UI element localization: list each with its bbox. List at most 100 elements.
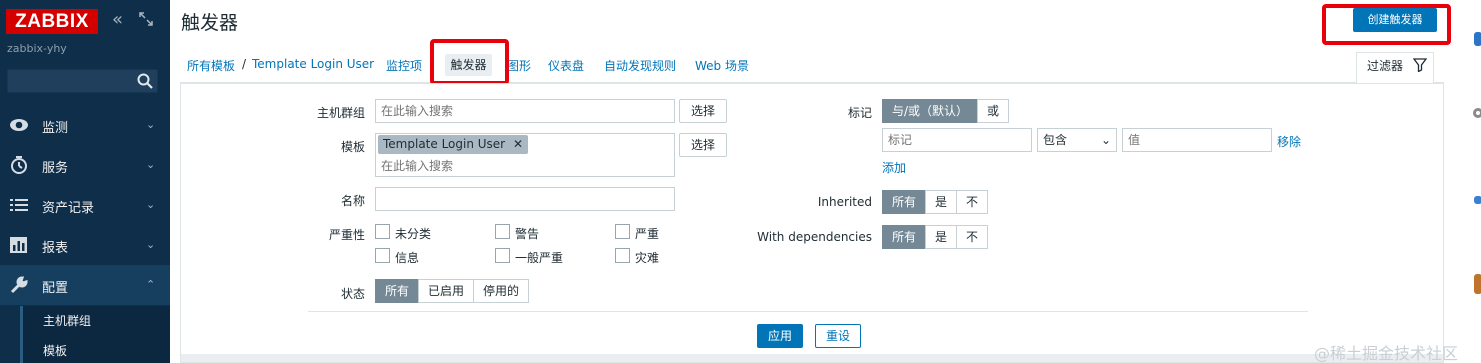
clock-icon <box>11 156 27 174</box>
watermark: @稀土掘金技术社区 <box>1314 344 1459 363</box>
severity-checkbox[interactable] <box>495 224 510 239</box>
chevron-up-icon: ⌃ <box>146 278 156 291</box>
state-option-enabled[interactable]: 已启用 <box>418 279 475 303</box>
menu-item-label: 报表 <box>42 241 69 256</box>
state-option-disabled[interactable]: 停用的 <box>473 279 530 303</box>
zabbix-logo[interactable]: ZABBIX <box>6 9 98 34</box>
submenu-item-host-groups[interactable]: 主机群组 <box>20 306 170 336</box>
tag-operator-value: 包含 <box>1043 133 1068 147</box>
sidebar-search-input[interactable] <box>7 69 158 93</box>
page-title: 触发器 <box>181 12 239 34</box>
severity-checkbox[interactable] <box>495 248 510 263</box>
menu-item-label: 服务 <box>42 161 69 176</box>
divider <box>308 311 1308 312</box>
inherited-option-no[interactable]: 不 <box>956 190 989 214</box>
sidebar: ZABBIX « zabbix-yhy 监测 ⌄ 服务 ⌄ 资产记录 ⌄ 报表 … <box>0 0 170 363</box>
eye-icon <box>10 119 28 131</box>
chevron-down-icon: ⌄ <box>1100 133 1111 147</box>
apply-button[interactable]: 应用 <box>757 324 803 348</box>
menu-item-monitoring[interactable]: 监测 ⌄ <box>0 105 170 145</box>
menu-item-label: 配置 <box>42 281 69 296</box>
tags-mode-toggle: 与/或（默认） 或 <box>882 99 1010 123</box>
tab-dashboards[interactable]: 仪表盘 <box>548 57 584 74</box>
wrench-icon <box>10 276 28 294</box>
server-name: zabbix-yhy <box>7 42 67 55</box>
state-toggle: 所有 已启用 停用的 <box>375 279 530 303</box>
tab-discovery-rules[interactable]: 自动发现规则 <box>604 57 676 74</box>
edge-icon <box>1474 196 1481 204</box>
tag-name-input[interactable] <box>882 128 1032 152</box>
tags-mode-or[interactable]: 或 <box>977 99 1010 123</box>
host-groups-select-button[interactable]: 选择 <box>679 99 727 123</box>
severity-option-label: 警告 <box>515 227 540 241</box>
edge-icon <box>1473 108 1481 118</box>
severity-option-label: 一般严重 <box>515 251 564 265</box>
with-dependencies-option-no[interactable]: 不 <box>956 225 989 249</box>
reset-button[interactable]: 重设 <box>815 324 861 348</box>
inherited-toggle: 所有 是 不 <box>882 190 989 214</box>
severity-checkbox[interactable] <box>615 224 630 239</box>
menu-item-inventory[interactable]: 资产记录 ⌄ <box>0 185 170 225</box>
breadcrumb-all-templates[interactable]: 所有模板 <box>187 57 235 74</box>
tab-graphs[interactable]: 图形 <box>507 57 531 74</box>
name-input[interactable] <box>375 187 675 211</box>
filter-tab-label: 过滤器 <box>1367 59 1404 73</box>
with-dependencies-label: With dependencies <box>757 230 872 244</box>
tag-add-link[interactable]: 添加 <box>882 159 906 176</box>
menu-item-services[interactable]: 服务 ⌄ <box>0 145 170 185</box>
with-dependencies-option-yes[interactable]: 是 <box>925 225 958 249</box>
chevron-down-icon: ⌄ <box>146 118 156 131</box>
highlight-box <box>430 39 509 85</box>
filter-icon[interactable] <box>1413 58 1427 72</box>
severity-option-label: 未分类 <box>395 227 432 241</box>
inherited-option-all[interactable]: 所有 <box>882 190 927 214</box>
menu-item-reports[interactable]: 报表 ⌄ <box>0 225 170 265</box>
breadcrumb-separator: / <box>242 57 247 71</box>
highlight-box <box>1322 4 1451 45</box>
menu-item-configuration[interactable]: 配置 ⌃ <box>0 265 170 305</box>
state-option-all[interactable]: 所有 <box>375 279 420 303</box>
template-chip[interactable]: Template Login User ✕ <box>378 135 528 154</box>
with-dependencies-toggle: 所有 是 不 <box>882 225 989 249</box>
chevron-down-icon: ⌄ <box>146 198 156 211</box>
severity-checkbox[interactable] <box>375 248 390 263</box>
list-icon <box>10 199 28 211</box>
host-groups-label: 主机群组 <box>316 106 365 120</box>
edge-icon <box>1474 274 1481 294</box>
filter-form <box>181 84 1443 354</box>
remove-chip-icon[interactable]: ✕ <box>513 137 523 151</box>
search-icon[interactable] <box>137 73 153 89</box>
inherited-option-yes[interactable]: 是 <box>925 190 958 214</box>
severity-option-label: 严重 <box>635 227 660 241</box>
severity-checkbox[interactable] <box>615 248 630 263</box>
template-chip-label: Template Login User <box>383 137 506 151</box>
app-window: ZABBIX « zabbix-yhy 监测 ⌄ 服务 ⌄ 资产记录 ⌄ 报表 … <box>0 0 1481 363</box>
tag-remove-link[interactable]: 移除 <box>1277 133 1301 150</box>
severity-checkbox[interactable] <box>375 224 390 239</box>
menu-item-label: 资产记录 <box>42 201 95 216</box>
chevron-down-icon: ⌄ <box>146 238 156 251</box>
collapse-sidebar-icon[interactable]: « <box>112 10 123 30</box>
templates-search-input[interactable] <box>376 156 576 176</box>
kiosk-mode-icon[interactable] <box>139 12 153 26</box>
templates-select-button[interactable]: 选择 <box>679 133 727 157</box>
tab-web-scenarios[interactable]: Web 场景 <box>695 57 749 74</box>
state-label: 状态 <box>340 287 365 301</box>
bar-chart-icon <box>10 237 27 253</box>
host-groups-input[interactable] <box>375 99 675 123</box>
tag-operator-select[interactable]: 包含 ⌄ <box>1037 128 1117 152</box>
severity-option-label: 信息 <box>395 251 420 265</box>
tags-mode-and-or[interactable]: 与/或（默认） <box>882 99 979 123</box>
inherited-label: Inherited <box>817 195 872 209</box>
with-dependencies-option-all[interactable]: 所有 <box>882 225 927 249</box>
edge-icon <box>1474 32 1481 46</box>
chevron-down-icon: ⌄ <box>146 158 156 171</box>
submenu-item-templates[interactable]: 模板 <box>20 336 170 363</box>
severity-option-label: 灾难 <box>635 251 660 265</box>
tag-value-input[interactable] <box>1122 128 1272 152</box>
name-label: 名称 <box>340 194 365 208</box>
menu-item-label: 监测 <box>42 121 69 136</box>
breadcrumb-template[interactable]: Template Login User <box>252 57 374 71</box>
severity-label: 严重性 <box>328 228 365 242</box>
tab-items[interactable]: 监控项 <box>386 57 422 74</box>
